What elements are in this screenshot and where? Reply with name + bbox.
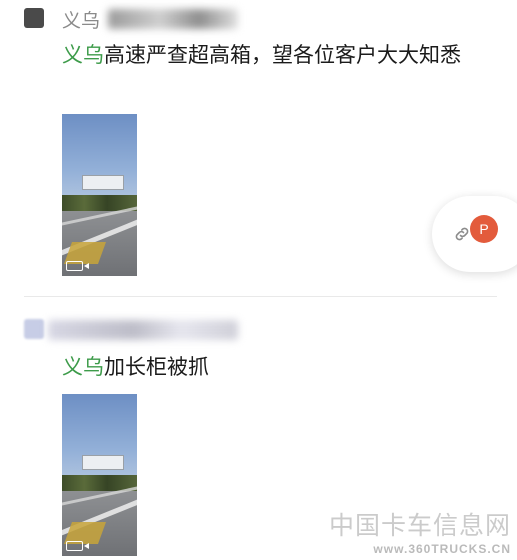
video-sky xyxy=(62,394,137,488)
blurred-author-name xyxy=(108,9,238,29)
video-truck xyxy=(82,175,124,190)
author-name-text: 义乌 xyxy=(62,10,101,32)
author-name[interactable]: 义乌 xyxy=(62,6,100,33)
video-truck xyxy=(82,455,124,470)
post-text: 义乌高速严查超高箱，望各位客户大大知悉 xyxy=(62,40,492,71)
keyword-highlight[interactable]: 义乌 xyxy=(62,43,104,67)
post-text-body: 高速严查超高箱，望各位客户大大知悉 xyxy=(104,43,461,67)
author-avatar[interactable] xyxy=(24,8,44,28)
user-avatar-p[interactable]: P xyxy=(470,215,498,243)
video-sky xyxy=(62,114,137,208)
link-icon[interactable] xyxy=(453,225,471,243)
video-thumbnail[interactable] xyxy=(62,394,137,556)
floating-action-panel: P xyxy=(432,196,517,272)
post-text-body: 加长柜被抓 xyxy=(104,355,209,379)
video-camera-icon xyxy=(66,541,89,551)
author-avatar[interactable] xyxy=(24,319,44,339)
post-2: 义乌加长柜被抓 xyxy=(0,300,517,560)
blurred-author-name xyxy=(48,320,238,340)
video-camera-icon xyxy=(66,261,89,271)
post-text: 义乌加长柜被抓 xyxy=(62,352,492,383)
post-divider xyxy=(24,296,497,297)
keyword-highlight[interactable]: 义乌 xyxy=(62,355,104,379)
video-thumbnail[interactable] xyxy=(62,114,137,276)
